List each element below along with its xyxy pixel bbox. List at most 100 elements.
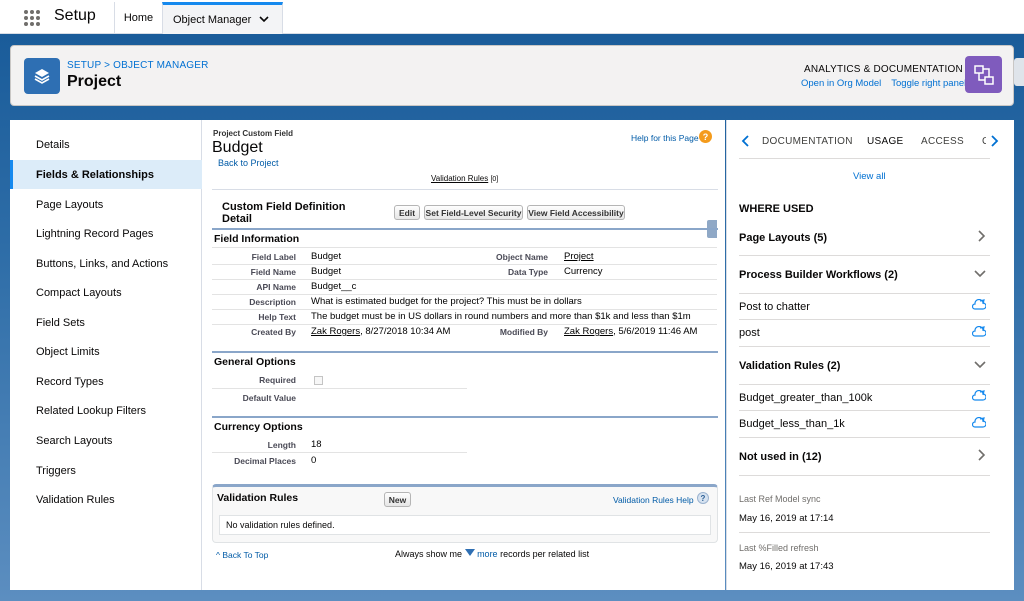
- toggle-right-panel-link[interactable]: Toggle right panel: [891, 78, 966, 89]
- sidebar-item-object-limits[interactable]: Object Limits: [10, 337, 202, 366]
- more-records-link[interactable]: more: [477, 549, 498, 559]
- sidebar-item-page-layouts[interactable]: Page Layouts: [10, 190, 202, 219]
- app-launcher-icon[interactable]: [24, 10, 40, 26]
- help-icon[interactable]: ?: [697, 492, 709, 504]
- created-by-date: , 8/27/2018 10:34 AM: [360, 326, 451, 337]
- sidebar-item-fields-relationships[interactable]: Fields & Relationships: [10, 160, 202, 189]
- validation-rules-help-link[interactable]: Validation Rules Help: [613, 495, 694, 505]
- set-field-level-security-button[interactable]: Set Field-Level Security: [424, 205, 523, 220]
- chevron-right-icon[interactable]: [976, 230, 986, 245]
- chevron-right-icon[interactable]: [989, 135, 999, 150]
- tab-object-manager[interactable]: Object Manager: [162, 2, 283, 34]
- external-link-icon[interactable]: [971, 416, 987, 432]
- tab-usage[interactable]: USAGE: [867, 136, 904, 147]
- sidebar-item-search-layouts[interactable]: Search Layouts: [10, 426, 202, 455]
- sidebar-item-triggers[interactable]: Triggers: [10, 456, 202, 485]
- tab-home[interactable]: Home: [114, 2, 162, 34]
- modified-by-value: Zak Rogers, 5/6/2019 11:46 AM: [564, 326, 697, 337]
- page-title: Project: [67, 73, 122, 90]
- edit-button[interactable]: Edit: [394, 205, 420, 220]
- tab-object-manager-label: Object Manager: [173, 13, 252, 26]
- sidebar-item-record-types[interactable]: Record Types: [10, 367, 202, 396]
- sidebar-item-lightning-record-pages[interactable]: Lightning Record Pages: [10, 219, 202, 248]
- list-item[interactable]: Post to chatter: [739, 294, 990, 320]
- analytics-links: Open in Org Model Toggle right panel: [801, 78, 976, 89]
- not-used-label: Not used in (12): [739, 450, 822, 463]
- api-name-label: API Name: [256, 282, 296, 292]
- chevron-right-icon[interactable]: [976, 449, 986, 464]
- list-item-label[interactable]: Budget_less_than_1k: [739, 418, 845, 430]
- length-label: Length: [267, 440, 296, 450]
- modified-by-user-link[interactable]: Zak Rogers: [564, 326, 613, 337]
- section-rule: [212, 416, 718, 418]
- sidebar-item-related-lookup-filters[interactable]: Related Lookup Filters: [10, 396, 202, 425]
- breadcrumb-separator: >: [101, 60, 114, 71]
- help-text-label: Help Text: [258, 312, 296, 322]
- app-name: Setup: [54, 7, 96, 24]
- validation-rules-group-label: Validation Rules (2): [739, 359, 841, 372]
- validation-rules-related-list: Validation Rules New Validation Rules He…: [212, 484, 718, 543]
- not-used-group[interactable]: Not used in (12): [739, 438, 990, 476]
- validation-rules-list-title: Validation Rules: [217, 492, 299, 504]
- list-item-label[interactable]: Post to chatter: [739, 301, 810, 313]
- external-link-icon[interactable]: [971, 298, 987, 314]
- validation-rules-group[interactable]: Validation Rules (2): [739, 347, 990, 385]
- field-name-label: Field Name: [250, 267, 296, 277]
- back-to-top-label[interactable]: Back To Top: [222, 550, 268, 560]
- external-link-icon[interactable]: [971, 325, 987, 341]
- panel-edge-tab[interactable]: [1014, 58, 1024, 86]
- api-name-value: Budget__c: [311, 281, 357, 292]
- breadcrumb-object-manager[interactable]: OBJECT MANAGER: [113, 60, 208, 71]
- page-layouts-group[interactable]: Page Layouts (5): [739, 220, 990, 256]
- help-page-link[interactable]: Help for this Page: [631, 133, 699, 143]
- external-link-icon[interactable]: [971, 389, 987, 405]
- help-icon[interactable]: ?: [699, 130, 712, 143]
- new-validation-rule-button[interactable]: New: [384, 492, 411, 507]
- tab-more[interactable]: C: [982, 136, 986, 147]
- default-value-label: Default Value: [242, 393, 296, 403]
- field-detail-panel: Project Custom Field Budget Back to Proj…: [202, 120, 725, 590]
- triangle-down-icon[interactable]: [464, 549, 475, 559]
- tab-documentation[interactable]: DOCUMENTATION: [762, 136, 853, 147]
- org-model-icon[interactable]: [965, 56, 1002, 93]
- created-by-value: Zak Rogers, 8/27/2018 10:34 AM: [311, 326, 450, 337]
- list-item[interactable]: Budget_greater_than_100k: [739, 385, 990, 411]
- list-item-label[interactable]: Budget_greater_than_100k: [739, 392, 872, 404]
- created-by-label: Created By: [251, 327, 296, 337]
- description-label: Description: [249, 297, 296, 307]
- view-all-link[interactable]: View all: [853, 171, 886, 182]
- list-item-label[interactable]: post: [739, 327, 760, 339]
- sidebar-item-compact-layouts[interactable]: Compact Layouts: [10, 278, 202, 307]
- tab-access[interactable]: ACCESS: [921, 136, 964, 147]
- chevron-down-icon[interactable]: [258, 13, 270, 28]
- analytics-panel: DOCUMENTATION USAGE ACCESS C View all WH…: [726, 120, 1014, 590]
- records-per-list: Always show me more records per related …: [395, 549, 589, 559]
- list-item[interactable]: Budget_less_than_1k: [739, 411, 990, 438]
- chevron-down-icon[interactable]: [974, 359, 986, 372]
- row-divider: [212, 309, 717, 310]
- chevron-left-icon[interactable]: [741, 135, 751, 150]
- back-to-top-link[interactable]: ^ Back To Top: [216, 550, 268, 560]
- sidebar-item-validation-rules[interactable]: Validation Rules: [10, 485, 202, 514]
- process-builder-group[interactable]: Process Builder Workflows (2): [739, 256, 990, 294]
- breadcrumb: SETUP > OBJECT MANAGER: [67, 60, 209, 71]
- field-name-value: Budget: [311, 266, 342, 277]
- sidebar-item-buttons-links-actions[interactable]: Buttons, Links, and Actions: [10, 249, 202, 278]
- row-divider: [212, 247, 717, 248]
- breadcrumb-setup[interactable]: SETUP: [67, 60, 101, 71]
- validation-rules-jump[interactable]: Validation Rules [0]: [431, 174, 498, 183]
- row-divider: [212, 388, 467, 389]
- created-by-user-link[interactable]: Zak Rogers: [311, 326, 360, 337]
- help-text-value: The budget must be in US dollars in roun…: [311, 311, 691, 322]
- sidebar-item-field-sets[interactable]: Field Sets: [10, 308, 202, 337]
- object-name-link[interactable]: Project: [564, 251, 594, 262]
- chevron-down-icon[interactable]: [974, 268, 986, 281]
- row-divider: [212, 264, 717, 265]
- view-field-accessibility-button[interactable]: View Field Accessibility: [527, 205, 625, 220]
- sidebar-item-details[interactable]: Details: [10, 130, 202, 159]
- decimal-places-value: 0: [311, 455, 317, 466]
- open-org-model-link[interactable]: Open in Org Model: [801, 78, 881, 89]
- back-to-project-link[interactable]: Back to Project: [218, 158, 279, 168]
- list-item[interactable]: post: [739, 320, 990, 347]
- validation-rules-jump-label[interactable]: Validation Rules: [431, 174, 488, 183]
